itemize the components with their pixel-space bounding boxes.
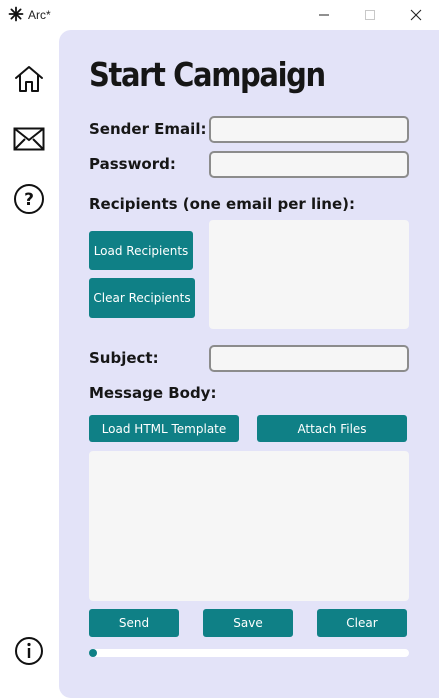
help-icon: ? bbox=[14, 184, 44, 214]
sidebar-item-help[interactable]: ? bbox=[12, 182, 46, 216]
mail-icon bbox=[13, 127, 45, 151]
sidebar-item-info[interactable] bbox=[12, 634, 46, 668]
progress-bar bbox=[89, 649, 409, 657]
sender-email-label: Sender Email: bbox=[89, 120, 207, 138]
maximize-button[interactable] bbox=[347, 0, 393, 30]
attach-files-button[interactable]: Attach Files bbox=[257, 415, 407, 442]
progress-indicator bbox=[89, 649, 97, 657]
minimize-icon bbox=[319, 14, 329, 16]
message-body-textarea[interactable] bbox=[89, 451, 409, 601]
recipients-textarea[interactable] bbox=[209, 220, 409, 329]
clear-recipients-button[interactable]: Clear Recipients bbox=[89, 278, 195, 318]
info-icon bbox=[15, 637, 43, 665]
page-title: Start Campaign bbox=[89, 56, 326, 95]
clear-button[interactable]: Clear bbox=[317, 609, 407, 637]
close-icon bbox=[410, 9, 422, 21]
window-title: Arc* bbox=[28, 8, 51, 22]
sidebar-item-home[interactable] bbox=[12, 62, 46, 96]
minimize-button[interactable] bbox=[301, 0, 347, 30]
password-input[interactable] bbox=[209, 151, 409, 178]
send-button[interactable]: Send bbox=[89, 609, 179, 637]
sidebar-item-mail[interactable] bbox=[12, 122, 46, 156]
subject-input[interactable] bbox=[209, 345, 409, 372]
home-icon bbox=[15, 66, 43, 92]
asterisk-icon bbox=[8, 6, 24, 22]
save-button[interactable]: Save bbox=[203, 609, 293, 637]
message-body-label: Message Body: bbox=[89, 384, 217, 402]
sidebar: ? bbox=[0, 30, 58, 699]
title-bar: Arc* bbox=[0, 0, 439, 30]
recipients-label: Recipients (one email per line): bbox=[89, 195, 355, 213]
close-button[interactable] bbox=[393, 0, 439, 30]
password-label: Password: bbox=[89, 155, 176, 173]
svg-text:?: ? bbox=[24, 190, 34, 210]
maximize-icon bbox=[365, 10, 375, 20]
subject-label: Subject: bbox=[89, 349, 159, 367]
sender-email-input[interactable] bbox=[209, 116, 409, 143]
load-html-template-button[interactable]: Load HTML Template bbox=[89, 415, 239, 442]
load-recipients-button[interactable]: Load Recipients bbox=[89, 231, 193, 270]
